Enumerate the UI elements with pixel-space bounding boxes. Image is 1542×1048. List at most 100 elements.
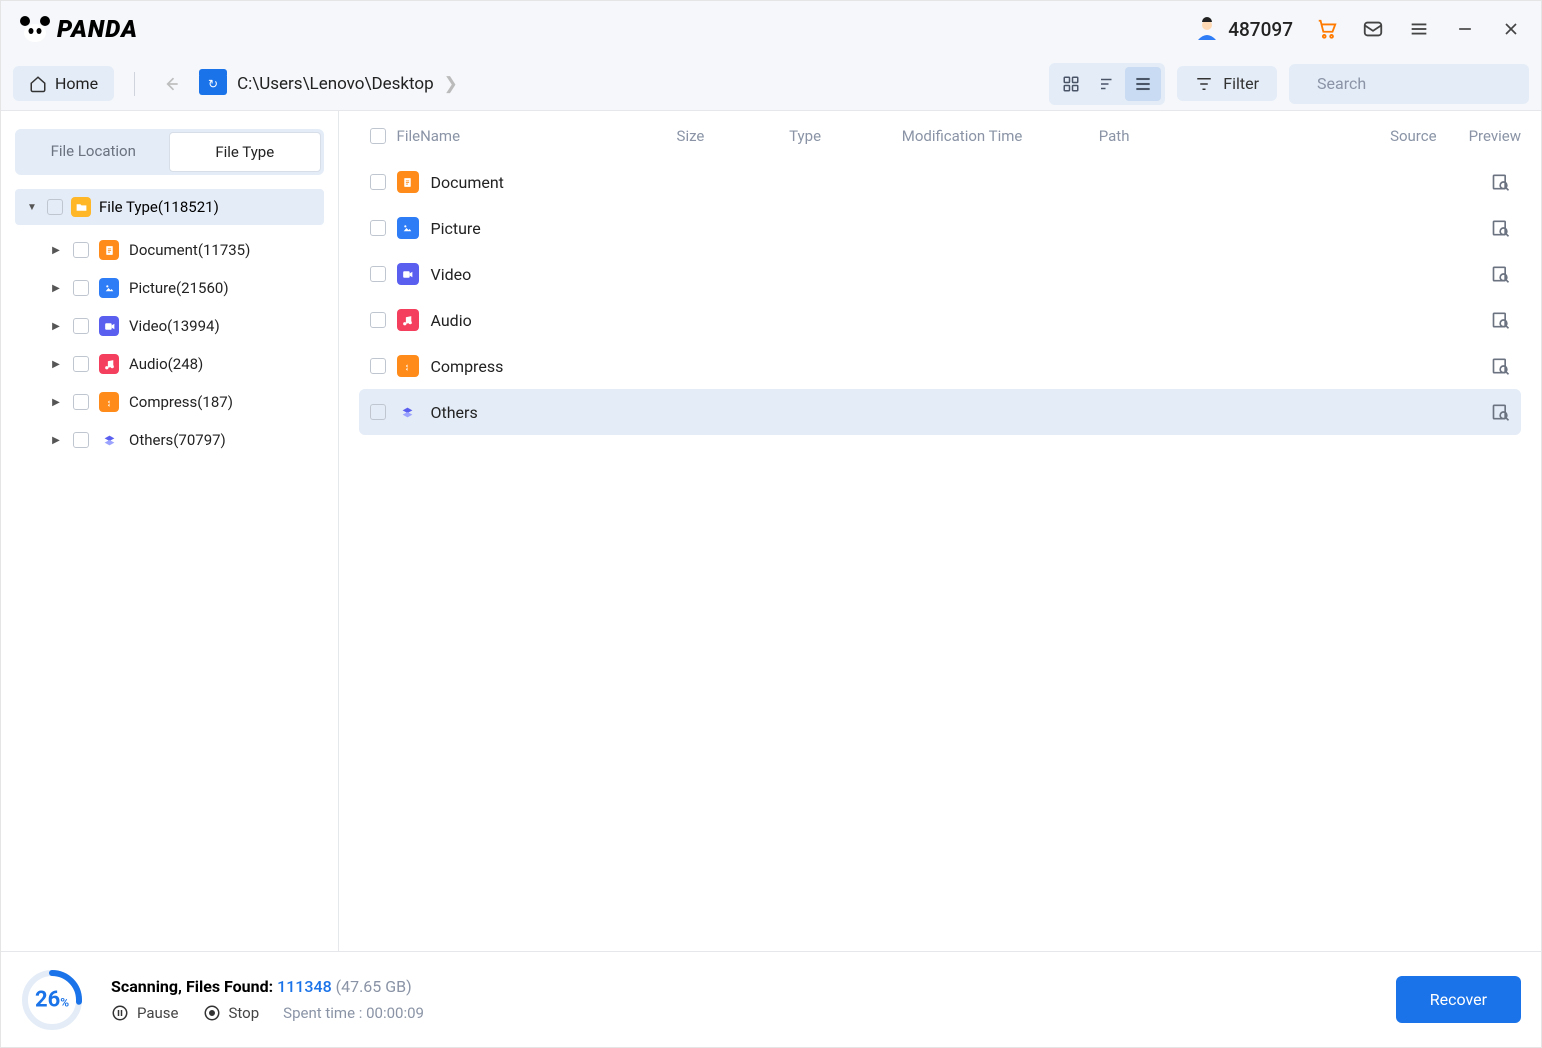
cart-icon[interactable] <box>1315 17 1339 41</box>
checkbox[interactable] <box>370 358 386 374</box>
home-label: Home <box>55 74 98 93</box>
stop-button[interactable]: Stop <box>203 1004 260 1022</box>
checkbox[interactable] <box>73 318 89 334</box>
user-id: 487097 <box>1228 18 1293 41</box>
expander-icon[interactable]: ▶ <box>49 283 63 294</box>
expander-icon[interactable]: ▶ <box>49 321 63 332</box>
stop-label: Stop <box>229 1004 260 1022</box>
file-name: Audio <box>431 311 472 330</box>
checkbox[interactable] <box>73 242 89 258</box>
file-name: Document <box>431 173 504 192</box>
spent-time: Spent time : 00:00:09 <box>283 1004 424 1022</box>
app-logo: PANDA <box>19 15 138 43</box>
breadcrumb[interactable]: C:\Users\Lenovo\Desktop ❯ <box>199 73 458 95</box>
expander-icon[interactable]: ▶ <box>49 397 63 408</box>
search-input[interactable] <box>1317 74 1520 93</box>
expander-icon[interactable]: ▶ <box>49 359 63 370</box>
sidebar: File Location File Type ▼ File Type(1185… <box>1 111 339 951</box>
oth-icon <box>99 430 119 450</box>
file-row[interactable]: Picture <box>359 205 1521 251</box>
tree-item-label: Audio(248) <box>129 355 203 373</box>
tree-item-label: Document(11735) <box>129 241 250 259</box>
tree-item-pic[interactable]: ▶ Picture(21560) <box>15 269 324 307</box>
grid-view-button[interactable] <box>1053 67 1089 101</box>
separator <box>134 72 135 96</box>
sidebar-tabs: File Location File Type <box>15 129 324 175</box>
filter-button[interactable]: Filter <box>1177 66 1277 101</box>
oth-icon <box>397 401 419 423</box>
close-icon[interactable] <box>1499 17 1523 41</box>
filter-label: Filter <box>1223 74 1259 93</box>
tree-item-label: Others(70797) <box>129 431 226 449</box>
checkbox[interactable] <box>370 174 386 190</box>
preview-button[interactable] <box>1436 310 1521 330</box>
checkbox[interactable] <box>370 404 386 420</box>
zip-icon <box>99 392 119 412</box>
menu-icon[interactable] <box>1407 17 1431 41</box>
preview-button[interactable] <box>1436 264 1521 284</box>
recover-button[interactable]: Recover <box>1396 976 1521 1023</box>
list-view-button[interactable] <box>1125 67 1161 101</box>
header-source[interactable]: Source <box>1343 127 1437 145</box>
tree-item-oth[interactable]: ▶ Others(70797) <box>15 421 324 459</box>
expander-icon[interactable]: ▼ <box>25 202 39 213</box>
file-row[interactable]: Others <box>359 389 1521 435</box>
doc-icon <box>99 240 119 260</box>
file-name: Compress <box>431 357 504 376</box>
checkbox[interactable] <box>370 220 386 236</box>
files-found-count: 111348 <box>277 977 332 996</box>
pause-label: Pause <box>137 1004 179 1022</box>
breadcrumb-path: C:\Users\Lenovo\Desktop <box>237 74 434 94</box>
select-all-checkbox[interactable] <box>370 128 386 144</box>
tab-file-location[interactable]: File Location <box>18 132 169 172</box>
header-mtime[interactable]: Modification Time <box>902 127 1099 145</box>
title-bar: PANDA 487097 <box>1 1 1541 57</box>
mail-icon[interactable] <box>1361 17 1385 41</box>
tree-item-doc[interactable]: ▶ Document(11735) <box>15 231 324 269</box>
search-box[interactable] <box>1289 64 1529 104</box>
checkbox[interactable] <box>370 312 386 328</box>
preview-button[interactable] <box>1436 402 1521 422</box>
progress-ring: 26% <box>21 969 83 1031</box>
detail-view-button[interactable] <box>1089 67 1125 101</box>
expander-icon[interactable]: ▶ <box>49 245 63 256</box>
checkbox[interactable] <box>47 199 63 215</box>
progress-percent: 26 <box>35 987 60 1012</box>
header-preview[interactable]: Preview <box>1437 127 1521 145</box>
file-row[interactable]: Audio <box>359 297 1521 343</box>
tree-item-aud[interactable]: ▶ Audio(248) <box>15 345 324 383</box>
tree-item-zip[interactable]: ▶Compress(187) <box>15 383 324 421</box>
header-size[interactable]: Size <box>677 127 790 145</box>
tab-file-type[interactable]: File Type <box>169 132 322 172</box>
file-row[interactable]: Document <box>359 159 1521 205</box>
header-filename[interactable]: FileName <box>397 127 677 145</box>
home-button[interactable]: Home <box>13 66 114 101</box>
drive-icon <box>199 73 227 95</box>
scan-status-label: Scanning, Files Found: <box>111 977 273 996</box>
back-button[interactable] <box>155 68 187 100</box>
pause-button[interactable]: Pause <box>111 1004 179 1022</box>
tree-item-label: Picture(21560) <box>129 279 229 297</box>
expander-icon[interactable]: ▶ <box>49 435 63 446</box>
tree-item-label: Video(13994) <box>129 317 220 335</box>
header-type[interactable]: Type <box>789 127 902 145</box>
preview-button[interactable] <box>1436 218 1521 238</box>
checkbox[interactable] <box>73 432 89 448</box>
tree-root[interactable]: ▼ File Type(118521) <box>15 189 324 225</box>
folder-icon <box>71 197 91 217</box>
file-row[interactable]: Video <box>359 251 1521 297</box>
preview-button[interactable] <box>1436 172 1521 192</box>
checkbox[interactable] <box>73 280 89 296</box>
vid-icon <box>99 316 119 336</box>
file-row[interactable]: Compress <box>359 343 1521 389</box>
user-badge[interactable]: 487097 <box>1194 16 1293 42</box>
aud-icon <box>99 354 119 374</box>
checkbox[interactable] <box>73 356 89 372</box>
tree-item-vid[interactable]: ▶ Video(13994) <box>15 307 324 345</box>
checkbox[interactable] <box>370 266 386 282</box>
preview-button[interactable] <box>1436 356 1521 376</box>
vid-icon <box>397 263 419 285</box>
minimize-icon[interactable] <box>1453 17 1477 41</box>
header-path[interactable]: Path <box>1099 127 1343 145</box>
checkbox[interactable] <box>73 394 89 410</box>
